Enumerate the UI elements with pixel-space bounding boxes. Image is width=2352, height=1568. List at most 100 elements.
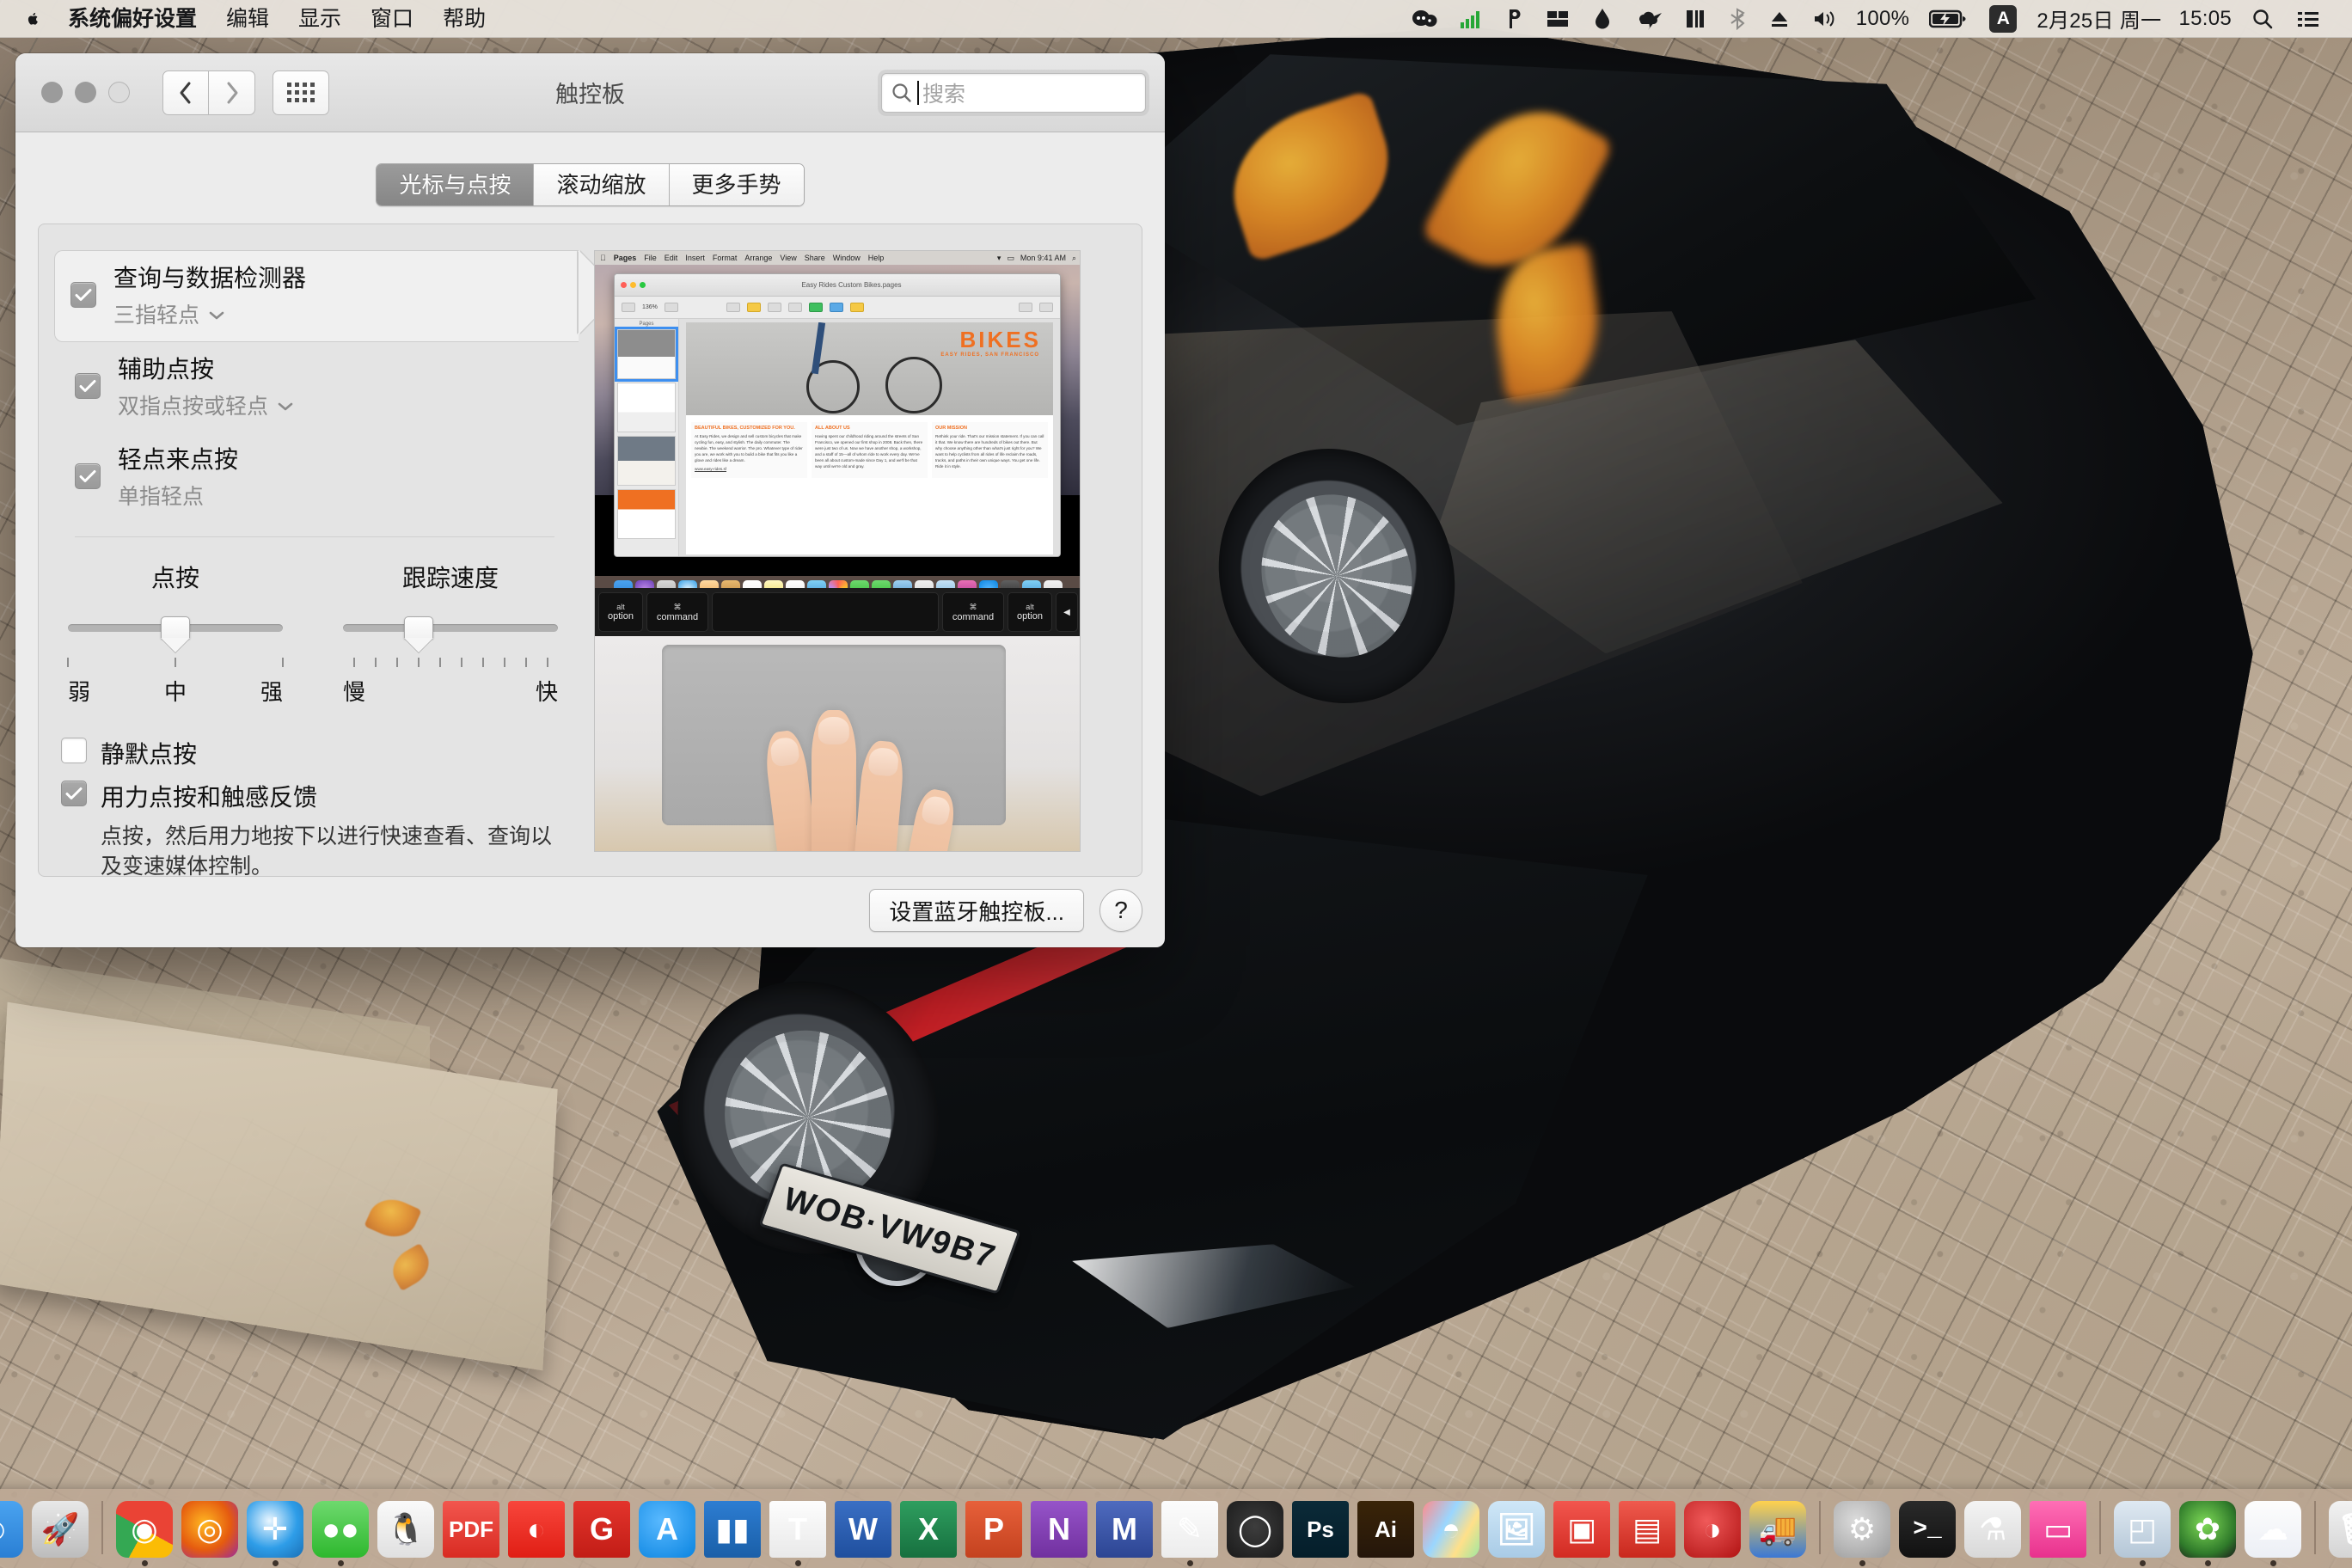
screen-share-icon[interactable]: ▣	[1553, 1501, 1610, 1558]
click-pressure-slider[interactable]: 点按 弱 中 强	[67, 560, 284, 707]
menu-edit[interactable]: 编辑	[211, 0, 284, 38]
trash-icon[interactable]: 🗑	[2329, 1501, 2352, 1558]
dock-item-app-store[interactable]: A	[634, 1492, 700, 1568]
menubar-date[interactable]: 2月25日 周一	[2028, 3, 2170, 34]
dock-item-trello[interactable]: ▮▮	[700, 1492, 765, 1568]
dock-item-photos-preview[interactable]: ◰	[2110, 1492, 2175, 1568]
dock-item-display-app[interactable]: ▭	[2025, 1492, 2091, 1568]
system-preferences-icon[interactable]: ⚙	[1834, 1501, 1890, 1558]
dock-item-system-preferences[interactable]: ⚙	[1829, 1492, 1895, 1568]
dock-item-truck-transfer[interactable]: 🚚	[1745, 1492, 1810, 1568]
checkbox-lookup[interactable]	[70, 282, 96, 308]
checkbox-silent-clicking[interactable]	[61, 738, 87, 763]
photos-preview-icon[interactable]: ◰	[2114, 1501, 2171, 1558]
obsidian-icon[interactable]: ◯	[1227, 1501, 1283, 1558]
dock-item-finder[interactable]: ☺	[0, 1492, 28, 1568]
gitee-icon[interactable]: G	[573, 1501, 630, 1558]
hardware-tool-icon[interactable]: ⚗	[1964, 1501, 2021, 1558]
dock-item-gitee[interactable]: G	[569, 1492, 634, 1568]
back-button[interactable]	[162, 70, 209, 115]
terminal-icon[interactable]: >_	[1899, 1501, 1956, 1558]
battery-charging-icon[interactable]	[1918, 0, 1978, 38]
truck-transfer-icon[interactable]: 🚚	[1749, 1501, 1806, 1558]
menubar-time[interactable]: 15:05	[2170, 7, 2240, 31]
safari-icon[interactable]: ✛	[247, 1501, 303, 1558]
close-button[interactable]	[41, 82, 63, 103]
dock-item-brain-app[interactable]: ✿	[2175, 1492, 2240, 1568]
gesture-option[interactable]: 双指点按或轻点	[118, 389, 294, 420]
checkbox-secondary-click[interactable]	[75, 373, 101, 399]
tab-more-gestures[interactable]: 更多手势	[668, 164, 804, 205]
microsoft-excel-icon[interactable]: X	[900, 1501, 957, 1558]
mindnode-icon[interactable]: M	[1096, 1501, 1153, 1558]
notes-icon[interactable]: ✎	[1161, 1501, 1218, 1558]
dock-item-pdf-reader[interactable]: PDF	[438, 1492, 504, 1568]
dock-item-screen-share[interactable]: ▣	[1549, 1492, 1614, 1568]
google-chrome-icon[interactable]: ◉	[116, 1501, 173, 1558]
microsoft-powerpoint-icon[interactable]: P	[965, 1501, 1022, 1558]
dock-item-adobe-photoshop[interactable]: Ps	[1288, 1492, 1353, 1568]
dock-item-typora[interactable]: T	[765, 1492, 830, 1568]
app-store-icon[interactable]: A	[639, 1501, 695, 1558]
remote-desktop-icon[interactable]: ▤	[1619, 1501, 1675, 1558]
pdf-reader-icon[interactable]: PDF	[443, 1501, 499, 1558]
droplet-icon[interactable]	[1581, 0, 1624, 38]
volume-icon[interactable]	[1801, 0, 1847, 38]
search-input[interactable]: 搜索	[881, 72, 1146, 113]
gesture-row-lookup[interactable]: 查询与数据检测器 三指轻点	[54, 250, 579, 342]
chevron-down-icon[interactable]	[277, 393, 294, 418]
dock-item-safari[interactable]: ✛	[242, 1492, 308, 1568]
wechat-icon[interactable]: ●●	[312, 1501, 369, 1558]
chevron-down-icon[interactable]	[208, 302, 225, 327]
gesture-row-tap-to-click[interactable]: 轻点来点按 单指轻点	[59, 432, 589, 523]
option-silent-clicking[interactable]: 静默点按	[61, 736, 589, 770]
tracking-speed-slider[interactable]: 跟踪速度 慢 快	[343, 560, 558, 707]
dock-item-microsoft-onenote[interactable]: N	[1026, 1492, 1092, 1568]
display-app-icon[interactable]: ▭	[2030, 1501, 2086, 1558]
menu-view[interactable]: 显示	[284, 0, 356, 38]
slider-track[interactable]	[343, 624, 558, 632]
typora-icon[interactable]: T	[769, 1501, 826, 1558]
window-titlebar[interactable]: 触控板 搜索	[15, 53, 1165, 132]
dock-item-remote-desktop[interactable]: ▤	[1614, 1492, 1680, 1568]
dock-item-microsoft-excel[interactable]: X	[896, 1492, 961, 1568]
dock-item-adobe-illustrator[interactable]: Ai	[1353, 1492, 1418, 1568]
paragraph-p-icon[interactable]	[1495, 0, 1534, 38]
menu-app-name[interactable]: 系统偏好设置	[53, 0, 211, 38]
help-button[interactable]: ?	[1099, 889, 1142, 932]
battery-percent-label[interactable]: 100%	[1847, 7, 1919, 31]
netease-music-icon[interactable]: ◐	[508, 1501, 565, 1558]
dock-item-mindnode[interactable]: M	[1092, 1492, 1157, 1568]
dock-item-microsoft-word[interactable]: W	[830, 1492, 896, 1568]
gesture-demo-video[interactable]:  Pages File Edit Insert Format Arrange …	[594, 250, 1081, 852]
bluetooth-icon[interactable]	[1717, 0, 1758, 38]
tab-point-click[interactable]: 光标与点按	[377, 164, 534, 205]
menu-help[interactable]: 帮助	[428, 0, 500, 38]
input-source-badge[interactable]: A	[1978, 0, 2028, 38]
checkbox-tap-to-click[interactable]	[75, 463, 101, 489]
wifi-signal-bars-icon[interactable]	[1449, 0, 1495, 38]
adobe-photoshop-icon[interactable]: Ps	[1292, 1501, 1349, 1558]
dock-item-google-chrome[interactable]: ◉	[112, 1492, 177, 1568]
gesture-option[interactable]: 三指轻点	[113, 298, 306, 329]
preview-icon[interactable]: 🖼	[1488, 1501, 1545, 1558]
dock-item-microsoft-powerpoint[interactable]: P	[961, 1492, 1026, 1568]
microsoft-word-icon[interactable]: W	[835, 1501, 891, 1558]
dock-item-balloon-app[interactable]: ◓	[1418, 1492, 1484, 1568]
split-panel-icon[interactable]	[1674, 0, 1717, 38]
dock-item-launchpad[interactable]: 🚀	[28, 1492, 93, 1568]
finder-icon[interactable]: ☺	[0, 1501, 23, 1558]
checkbox-force-click[interactable]	[61, 781, 87, 806]
baidu-netdisk-icon[interactable]: ☁	[2245, 1501, 2301, 1558]
qq-icon[interactable]: 🐧	[377, 1501, 434, 1558]
microsoft-onenote-icon[interactable]: N	[1031, 1501, 1087, 1558]
option-force-click[interactable]: 用力点按和触感反馈	[61, 779, 589, 813]
tab-scroll-zoom[interactable]: 滚动缩放	[533, 164, 669, 205]
dock-item-firefox[interactable]: ◎	[177, 1492, 242, 1568]
eject-icon[interactable]	[1758, 0, 1801, 38]
trello-icon[interactable]: ▮▮	[704, 1501, 761, 1558]
spotlight-search-icon[interactable]	[2240, 0, 2285, 38]
forward-button[interactable]	[209, 70, 255, 115]
zoom-button[interactable]	[108, 82, 130, 103]
brain-app-icon[interactable]: ✿	[2179, 1501, 2236, 1558]
